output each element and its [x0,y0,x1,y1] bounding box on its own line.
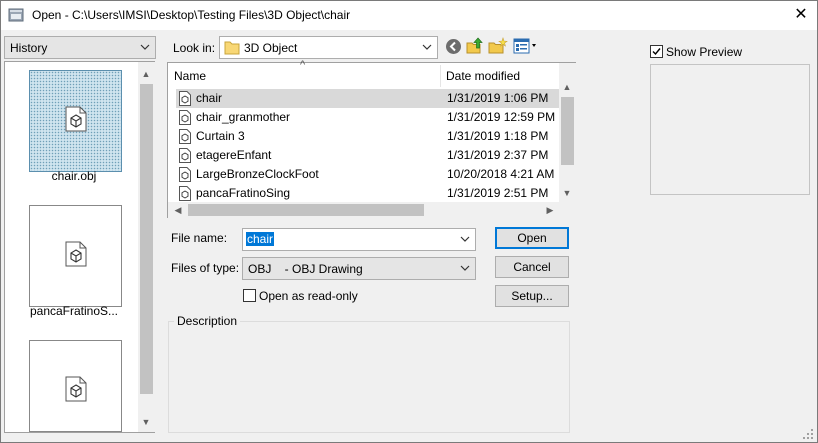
title-bar: Open - C:\Users\IMSI\Desktop\Testing Fil… [0,0,818,30]
history-thumb-selected[interactable] [29,70,122,172]
description-group [168,321,570,433]
history-thumb[interactable] [29,340,122,432]
3d-object-file-icon [179,110,191,125]
look-in-dropdown[interactable]: 3D Object [219,36,438,59]
3d-object-file-icon [65,241,87,267]
checkmark-icon [652,48,661,56]
readonly-checkbox[interactable] [243,289,256,302]
scroll-down-arrow-icon[interactable]: ▼ [138,414,154,430]
file-name: chair [196,91,223,105]
file-type-label: Files of type: [171,261,240,275]
3d-object-file-icon [65,106,87,132]
file-type-value: OBJ - OBJ Drawing [248,262,363,276]
file-name: chair_granmother [196,110,291,124]
history-dropdown-value: History [10,41,48,55]
description-label: Description [174,314,241,328]
history-panel[interactable]: chair.obj pancaFratinoS... ▲ ▼ [4,61,155,433]
column-header-name[interactable]: Name [174,69,206,83]
look-in-label: Look in: [173,41,216,55]
folder-icon [224,41,240,55]
scroll-up-arrow-icon[interactable]: ▲ [559,79,575,95]
back-icon[interactable] [445,38,462,55]
file-date: 1/31/2019 2:51 PM [447,186,549,200]
file-date: 1/31/2019 12:59 PM [447,110,556,124]
file-row[interactable]: etagereEnfant 1/31/2019 2:37 PM [176,146,560,165]
file-type-dropdown[interactable]: OBJ - OBJ Drawing [242,257,476,280]
file-name-label: File name: [171,231,228,245]
file-list[interactable]: Name ^ Date modified chair 1/31/2019 1:0… [167,59,576,218]
resize-grip-icon[interactable] [802,428,814,440]
file-list-hscrollbar[interactable]: ◀ ▶ [168,202,559,218]
sort-indicator-icon: ^ [300,59,306,71]
file-name: Curtain 3 [196,129,245,143]
column-header-date-modified[interactable]: Date modified [446,69,520,83]
window-title: Open - C:\Users\IMSI\Desktop\Testing Fil… [32,8,351,22]
file-date: 10/20/2018 4:21 AM [447,167,555,181]
look-in-value: 3D Object [244,41,298,55]
open-button[interactable]: Open [495,227,569,249]
show-preview-label: Show Preview [666,45,743,59]
history-item-label: pancaFratinoS... [29,304,119,318]
file-date: 1/31/2019 2:37 PM [447,148,549,162]
scroll-down-arrow-icon[interactable]: ▼ [559,185,575,201]
app-window-icon [8,8,24,22]
file-row[interactable]: pancaFratinoSing 1/31/2019 2:51 PM [176,184,560,203]
preview-pane [650,64,810,195]
file-name: etagereEnfant [196,148,272,162]
file-list-vscrollbar[interactable]: ▲ ▼ [559,63,576,202]
file-date: 1/31/2019 1:18 PM [447,129,549,143]
file-row[interactable]: chair_granmother 1/31/2019 12:59 PM [176,108,560,127]
3d-object-file-icon [179,148,191,163]
chevron-down-icon[interactable] [459,233,471,245]
file-row[interactable]: LargeBronzeClockFoot 10/20/2018 4:21 AM [176,165,560,184]
chevron-down-icon [422,44,432,50]
chevron-down-icon [140,44,150,50]
3d-object-file-icon [179,91,191,106]
close-button[interactable]: ✕ [786,2,816,28]
history-scrollbar[interactable]: ▲ ▼ [138,62,155,432]
scrollbar-thumb[interactable] [561,97,574,165]
history-thumb[interactable] [29,205,122,307]
file-name: LargeBronzeClockFoot [196,167,319,181]
file-name-input-value[interactable]: chair [246,232,275,246]
readonly-label: Open as read-only [259,289,358,303]
setup-button[interactable]: Setup... [495,285,569,307]
column-separator[interactable] [440,65,441,87]
3d-object-file-icon [179,186,191,201]
file-row[interactable]: Curtain 3 1/31/2019 1:18 PM [176,127,560,146]
scroll-left-arrow-icon[interactable]: ◀ [170,202,186,218]
scrollbar-thumb[interactable] [188,204,424,216]
file-date: 1/31/2019 1:06 PM [447,91,549,105]
3d-object-file-icon [65,376,87,402]
scrollbar-thumb[interactable] [140,84,153,394]
chevron-down-icon [460,265,470,271]
view-menu-icon[interactable] [513,38,541,54]
history-dropdown[interactable]: History [4,36,156,59]
history-item-label: chair.obj [51,169,97,183]
file-row[interactable]: chair 1/31/2019 1:06 PM [176,89,560,108]
show-preview-checkbox[interactable] [650,45,663,58]
3d-object-file-icon [179,167,191,182]
file-name-combobox[interactable]: chair [242,228,476,251]
3d-object-file-icon [179,129,191,144]
new-folder-icon[interactable] [488,37,508,55]
up-folder-icon[interactable] [466,37,484,55]
file-name: pancaFratinoSing [196,186,291,200]
scroll-up-arrow-icon[interactable]: ▲ [138,66,154,82]
scroll-right-arrow-icon[interactable]: ▶ [542,202,558,218]
scrollbar-corner [559,202,576,218]
cancel-button[interactable]: Cancel [495,256,569,278]
